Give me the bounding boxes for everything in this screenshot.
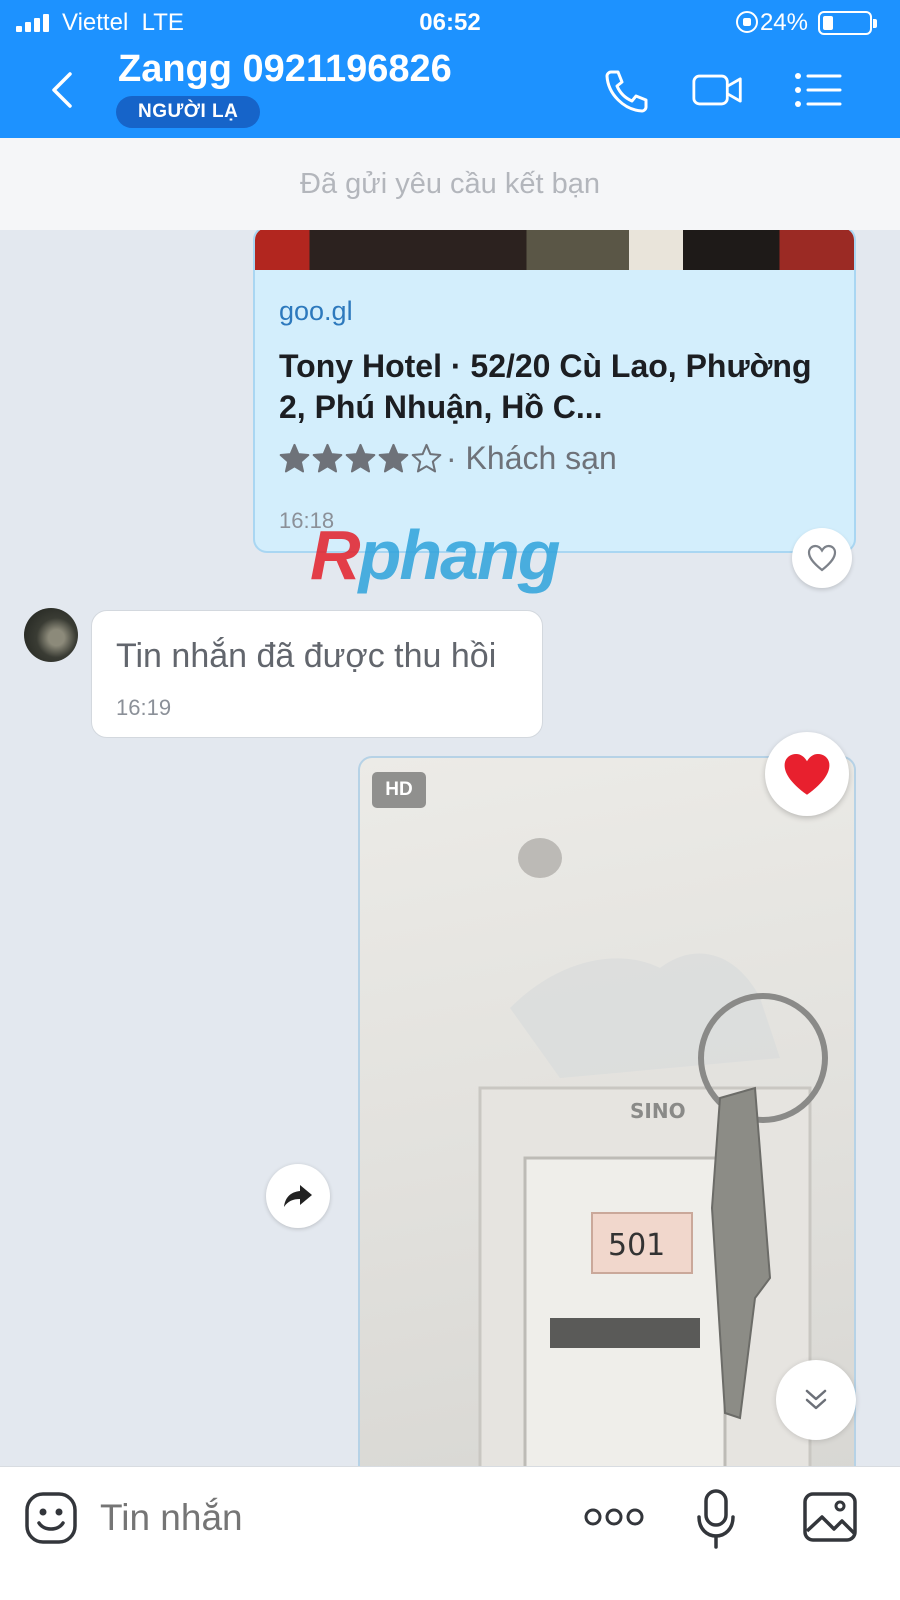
battery-icon: [818, 11, 877, 35]
stranger-badge: NGƯỜI LẠ: [116, 96, 261, 128]
status-bar: Viettel LTE 06:52 24%: [0, 0, 900, 44]
heart-outline-icon: [807, 544, 837, 572]
link-category: · Khách sạn: [446, 440, 617, 476]
sticker-emoji-icon[interactable]: [24, 1491, 78, 1545]
link-preview-message[interactable]: goo.gl Tony Hotel · 52/20 Cù Lao, Phường…: [253, 230, 856, 553]
svg-text:501: 501: [608, 1228, 665, 1263]
message-input[interactable]: [100, 1493, 540, 1543]
link-rating: · Khách sạn: [279, 440, 617, 477]
phone-icon[interactable]: [600, 66, 652, 114]
link-domain: goo.gl: [279, 296, 353, 326]
recalled-message-text: Tin nhắn đã được thu hồi: [116, 637, 497, 675]
video-camera-icon[interactable]: [692, 66, 744, 114]
heart-filled-icon: [784, 754, 830, 795]
avatar[interactable]: [24, 608, 78, 662]
react-button[interactable]: [792, 528, 852, 588]
rotation-lock-icon: [736, 11, 758, 33]
recalled-message[interactable]: Tin nhắn đã được thu hồi 16:19: [91, 610, 543, 738]
link-title: Tony Hotel · 52/20 Cù Lao, Phường 2, Phú…: [279, 348, 812, 425]
star-filled-icon: [378, 443, 409, 473]
double-chevron-down-icon: [805, 1389, 827, 1410]
forward-button[interactable]: [266, 1164, 330, 1228]
reaction-heart[interactable]: [765, 732, 849, 816]
back-chevron-icon[interactable]: [44, 70, 84, 110]
image-gallery-icon[interactable]: [802, 1491, 858, 1543]
message-input-bar: [0, 1466, 900, 1600]
friend-request-status: Đã gửi yêu cầu kết bạn: [0, 138, 900, 230]
star-empty-icon: [411, 443, 442, 473]
share-arrow-icon: [284, 1185, 312, 1207]
scroll-to-bottom-button[interactable]: [776, 1360, 856, 1440]
message-time: 16:19: [116, 695, 172, 720]
microphone-icon[interactable]: [696, 1489, 736, 1549]
top-bar: Viettel LTE 06:52 24% Zangg 0921196826 N…: [0, 0, 900, 138]
chat-area[interactable]: goo.gl Tony Hotel · 52/20 Cù Lao, Phường…: [0, 230, 900, 1498]
watermark-logo: Rphang: [310, 516, 561, 594]
star-filled-icon: [312, 443, 343, 473]
star-filled-icon: [345, 443, 376, 473]
star-filled-icon: [279, 443, 310, 473]
contact-title[interactable]: Zangg 0921196826: [118, 48, 452, 91]
hd-badge: HD: [372, 772, 426, 808]
rating-stars: [279, 443, 442, 474]
battery-percent: 24%: [759, 9, 808, 36]
menu-list-icon[interactable]: [792, 66, 844, 114]
more-options-icon[interactable]: [583, 1499, 645, 1535]
link-thumbnail: [255, 230, 854, 270]
svg-text:SINO: SINO: [630, 1099, 686, 1123]
